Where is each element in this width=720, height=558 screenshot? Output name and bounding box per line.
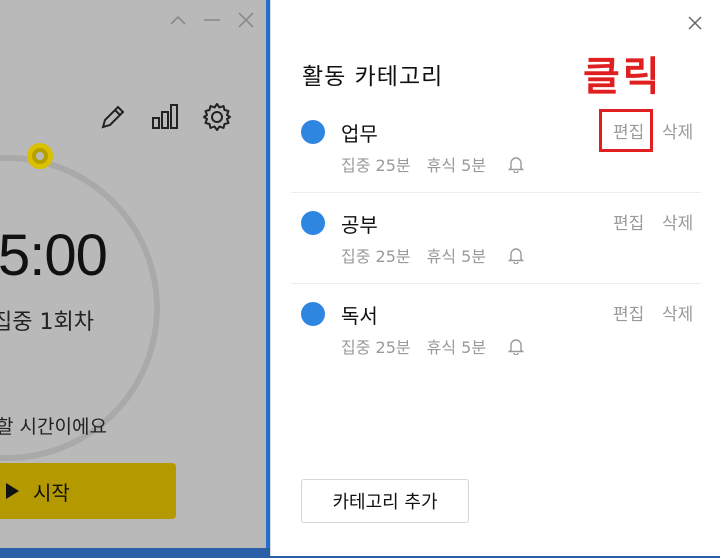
start-button-label: 시작 <box>33 480 70 505</box>
add-category-button[interactable]: 카테고리 추가 <box>301 479 469 523</box>
category-panel: 활동 카테고리 클릭 업무 집중 25분 휴식 5분 편집 삭제 공부 집중 2… <box>270 0 720 556</box>
edit-highlight-box <box>599 109 653 152</box>
close-icon[interactable] <box>684 12 706 34</box>
category-name: 업무 <box>341 122 378 146</box>
category-color-dot <box>301 211 325 235</box>
category-color-dot <box>301 302 325 326</box>
window-controls <box>168 10 256 30</box>
category-item: 공부 집중 25분 휴식 5분 편집 삭제 <box>291 193 701 284</box>
pencil-icon[interactable] <box>96 100 130 134</box>
category-rest: 휴식 5분 <box>426 338 487 357</box>
close-icon[interactable] <box>236 10 256 30</box>
click-annotation: 클릭 <box>583 54 663 100</box>
category-rest: 휴식 5분 <box>426 156 487 175</box>
start-button[interactable]: 시작 <box>0 463 176 519</box>
edit-button[interactable]: 편집 <box>613 300 644 325</box>
category-name: 독서 <box>341 304 378 328</box>
bell-icon <box>508 338 525 355</box>
timer-progress-handle <box>27 143 53 169</box>
delete-button[interactable]: 삭제 <box>662 300 693 325</box>
category-details: 집중 25분 휴식 5분 <box>341 334 525 358</box>
bell-icon <box>508 247 525 264</box>
timer-toolbar <box>96 100 234 134</box>
panel-title: 활동 카테고리 <box>302 64 444 90</box>
category-color-dot <box>301 120 325 144</box>
session-label: 집중 1회차 <box>0 310 94 335</box>
minimize-icon[interactable] <box>202 10 222 30</box>
chevron-up-icon[interactable] <box>168 10 188 30</box>
category-item: 독서 집중 25분 휴식 5분 편집 삭제 <box>291 284 701 375</box>
category-focus: 집중 25분 <box>341 338 411 357</box>
category-focus: 집중 25분 <box>341 156 411 175</box>
play-icon <box>6 483 19 499</box>
bar-chart-icon[interactable] <box>148 100 182 134</box>
category-details: 집중 25분 휴식 5분 <box>341 152 525 176</box>
category-item: 업무 집중 25분 휴식 5분 편집 삭제 <box>291 102 701 193</box>
category-details: 집중 25분 휴식 5분 <box>341 243 525 267</box>
category-rest: 휴식 5분 <box>426 247 487 266</box>
timer-display: 5:00 <box>0 223 108 288</box>
bell-icon <box>508 156 525 173</box>
delete-button[interactable]: 삭제 <box>662 209 693 234</box>
category-name: 공부 <box>341 213 378 237</box>
timer-window: 5:00 집중 1회차 할 시간이에요 시작 <box>0 0 266 548</box>
delete-button[interactable]: 삭제 <box>662 118 693 143</box>
category-list: 업무 집중 25분 휴식 5분 편집 삭제 공부 집중 25분 휴식 5분 편집… <box>271 102 720 375</box>
category-focus: 집중 25분 <box>341 247 411 266</box>
timer-hint: 할 시간이에요 <box>0 416 107 438</box>
edit-button[interactable]: 편집 <box>613 209 644 234</box>
gear-icon[interactable] <box>200 100 234 134</box>
